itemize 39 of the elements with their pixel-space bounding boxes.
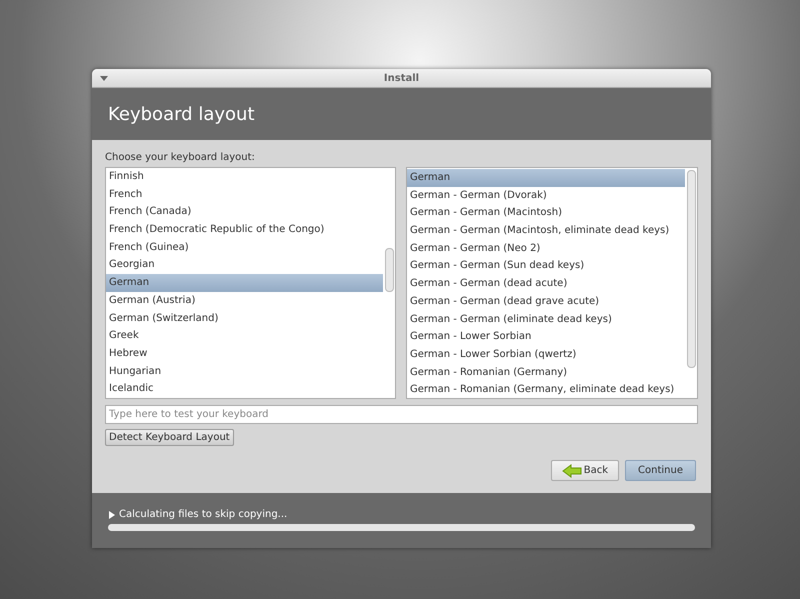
list-item[interactable]: German - German (Sun dead keys) — [407, 257, 685, 276]
list-item[interactable]: Hebrew — [106, 344, 383, 363]
list-item[interactable]: French (Democratic Republic of the Congo) — [106, 221, 383, 239]
continue-button[interactable]: Continue — [625, 460, 696, 481]
list-item[interactable]: German - German (Neo 2) — [407, 240, 685, 258]
list-item[interactable]: German - Lower Sorbian (qwertz) — [407, 346, 685, 364]
progress-label[interactable]: Calculating files to skip copying... — [108, 509, 695, 520]
list-item[interactable]: German - Lower Sorbian — [407, 328, 685, 346]
prompt-label: Choose your keyboard layout: — [105, 152, 256, 163]
list-item[interactable]: German (Switzerland) — [106, 310, 383, 328]
expand-triangle-icon — [108, 510, 116, 518]
list-item[interactable]: Hungarian — [106, 362, 383, 380]
back-button[interactable]: Back — [550, 460, 620, 481]
test-input-field[interactable]: Type here to test your keyboard — [105, 405, 698, 424]
list-item[interactable]: German - German (Macintosh) — [407, 204, 685, 222]
menu-caret-icon[interactable] — [100, 76, 108, 81]
list-item[interactable]: French (Guinea) — [106, 238, 383, 256]
list-item[interactable]: German - Romanian (Germany) — [407, 364, 685, 382]
page-title: Keyboard layout — [108, 104, 254, 124]
detect-layout-button[interactable]: Detect Keyboard Layout — [105, 429, 234, 446]
scrollbar-thumb[interactable] — [687, 170, 696, 368]
list-item[interactable]: German - German (dead grave acute) — [407, 292, 685, 310]
list-item[interactable]: German — [407, 169, 685, 187]
list-item[interactable]: German - German (Dvorak) — [407, 186, 685, 204]
scrollbar-thumb[interactable] — [385, 248, 394, 292]
back-arrow-icon — [562, 464, 582, 478]
list-item[interactable]: French — [106, 186, 383, 204]
list-item[interactable]: Finnish — [106, 168, 383, 186]
list-item[interactable]: German - Romanian (Germany, eliminate dead keys) — [407, 381, 685, 398]
list-item[interactable]: German - German (eliminate dead keys) — [407, 310, 685, 328]
list-item[interactable]: German - German (dead acute) — [407, 275, 685, 293]
list-item[interactable]: German (Austria) — [106, 292, 383, 310]
list-item[interactable]: German - German (Macintosh, eliminate dead keys) — [407, 222, 685, 240]
list-item[interactable]: Greek — [106, 327, 383, 345]
window-title: Install — [384, 72, 420, 84]
list-item[interactable]: Georgian — [106, 256, 383, 274]
list-item[interactable]: French (Canada) — [106, 203, 383, 222]
list-item[interactable]: German — [106, 274, 383, 292]
list-item[interactable]: Icelandic — [106, 380, 383, 398]
